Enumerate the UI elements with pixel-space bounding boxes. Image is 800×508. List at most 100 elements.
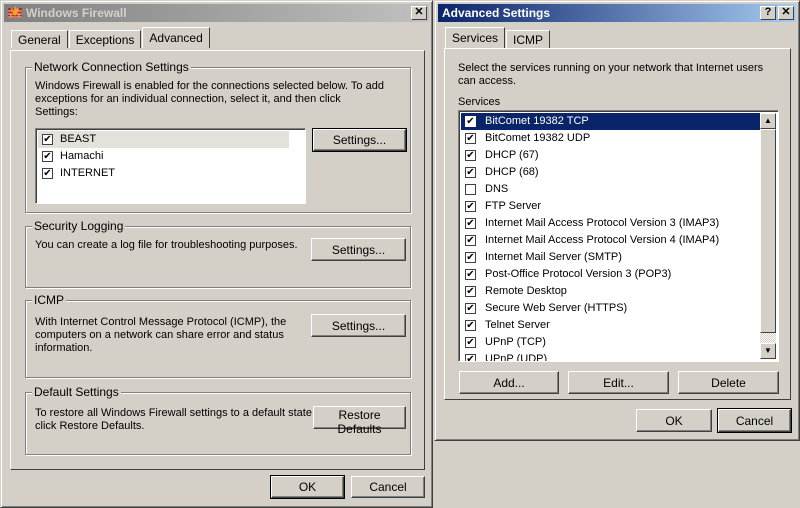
scroll-down-button[interactable]: ▼: [760, 343, 776, 359]
icmp-legend: ICMP: [32, 293, 66, 307]
icmp-description: With Internet Control Message Protocol (…: [35, 316, 287, 354]
firewall-cancel-button[interactable]: Cancel: [351, 476, 425, 498]
service-label: Secure Web Server (HTTPS): [485, 302, 628, 314]
service-item[interactable]: ✔ FTP Server: [461, 198, 760, 215]
service-item[interactable]: ✔ BitComet 19382 TCP: [461, 113, 760, 130]
service-label: BitComet 19382 TCP: [485, 115, 589, 127]
service-item[interactable]: ✔ UPnP (UDP): [461, 351, 760, 362]
add-button[interactable]: Add...: [459, 371, 559, 394]
service-item[interactable]: ✔ BitComet 19382 UDP: [461, 130, 760, 147]
service-item[interactable]: ✔ DHCP (68): [461, 164, 760, 181]
firewall-ok-button[interactable]: OK: [270, 475, 345, 499]
service-label: Telnet Server: [485, 319, 550, 331]
connection-checkbox-beast[interactable]: ✔: [42, 134, 53, 145]
close-icon: ✕: [781, 6, 791, 18]
network-connection-legend: Network Connection Settings: [32, 60, 191, 74]
edit-button[interactable]: Edit...: [568, 371, 669, 394]
service-label: Remote Desktop: [485, 285, 567, 297]
connection-checkbox-internet[interactable]: ✔: [42, 168, 53, 179]
service-checkbox[interactable]: ✔: [465, 286, 476, 297]
service-label: DNS: [485, 183, 509, 195]
advanced-title: Advanced Settings: [442, 6, 551, 20]
services-list[interactable]: ✔ BitComet 19382 TCP ✔ BitComet 19382 UDP ✔ D…: [458, 110, 779, 362]
windows-firewall-window: Windows Firewall ✕ General Exceptions Ad…: [0, 0, 433, 508]
network-settings-button[interactable]: Settings...: [312, 128, 407, 152]
service-label: Internet Mail Access Protocol Version 4 …: [485, 234, 720, 246]
service-item[interactable]: ✔ Telnet Server: [461, 317, 760, 334]
service-checkbox[interactable]: ✔: [465, 252, 476, 263]
logging-settings-button[interactable]: Settings...: [311, 238, 406, 261]
service-checkbox[interactable]: ✔: [465, 235, 476, 246]
service-checkbox[interactable]: ✔: [465, 201, 476, 212]
service-checkbox[interactable]: [465, 184, 476, 195]
network-connection-description: Windows Firewall is enabled for the conn…: [35, 80, 384, 118]
connection-label-beast: BEAST: [60, 133, 97, 145]
advanced-settings-window: Advanced Settings ? ✕ Services ICMP Sele…: [434, 0, 800, 441]
service-checkbox[interactable]: ✔: [465, 320, 476, 331]
service-checkbox[interactable]: ✔: [465, 337, 476, 348]
advanced-close-button[interactable]: ✕: [778, 6, 794, 20]
service-item[interactable]: ✔ Internet Mail Access Protocol Version 3…: [461, 215, 760, 232]
connection-item-hamachi[interactable]: ✔ Hamachi: [38, 148, 305, 165]
firewall-titlebar[interactable]: Windows Firewall ✕: [4, 4, 429, 22]
tab-general[interactable]: General: [11, 30, 68, 48]
service-label: UPnP (TCP): [485, 336, 546, 348]
service-item[interactable]: ✔ UPnP (TCP): [461, 334, 760, 351]
service-item[interactable]: ✔ Remote Desktop: [461, 283, 760, 300]
icmp-group: ICMP With Internet Control Message Proto…: [25, 293, 411, 378]
service-item[interactable]: ✔ Post-Office Protocol Version 3 (POP3): [461, 266, 760, 283]
service-checkbox[interactable]: ✔: [465, 150, 476, 161]
services-scrollbar[interactable]: ▲ ▼: [760, 113, 776, 359]
firewall-close-button[interactable]: ✕: [411, 6, 427, 20]
tab-advanced[interactable]: Advanced: [142, 27, 210, 48]
tab-icmp-label: ICMP: [513, 33, 544, 47]
help-icon: ?: [764, 6, 772, 18]
connection-item-internet[interactable]: ✔ INTERNET: [38, 165, 305, 182]
service-label: UPnP (UDP): [485, 353, 548, 362]
service-checkbox[interactable]: ✔: [465, 116, 476, 127]
service-checkbox[interactable]: ✔: [465, 167, 476, 178]
connection-checkbox-hamachi[interactable]: ✔: [42, 151, 53, 162]
tab-services[interactable]: Services: [445, 27, 506, 48]
service-checkbox[interactable]: ✔: [465, 218, 476, 229]
advanced-titlebar[interactable]: Advanced Settings ? ✕: [438, 4, 796, 22]
scroll-up-button[interactable]: ▲: [760, 113, 776, 129]
firewall-tab-panel: Network Connection Settings Windows Fire…: [10, 50, 425, 470]
service-checkbox[interactable]: ✔: [465, 269, 476, 280]
help-button[interactable]: ?: [760, 6, 776, 20]
security-logging-description: You can create a log file for troublesho…: [35, 239, 298, 251]
security-logging-legend: Security Logging: [32, 219, 126, 233]
service-item[interactable]: DNS: [461, 181, 760, 198]
connection-label-hamachi: Hamachi: [60, 150, 104, 162]
tab-exceptions[interactable]: Exceptions: [68, 30, 142, 48]
delete-button[interactable]: Delete: [678, 371, 779, 394]
default-settings-legend: Default Settings: [32, 385, 121, 399]
advanced-tabs: Services ICMP: [445, 27, 551, 48]
advanced-ok-button[interactable]: OK: [636, 409, 712, 432]
service-item[interactable]: ✔ Internet Mail Server (SMTP): [461, 249, 760, 266]
connection-item-beast[interactable]: ✔ BEAST: [38, 131, 289, 148]
scroll-thumb[interactable]: [760, 129, 776, 333]
service-label: DHCP (68): [485, 166, 539, 178]
service-label: DHCP (67): [485, 149, 539, 161]
service-label: Post-Office Protocol Version 3 (POP3): [485, 268, 672, 280]
restore-defaults-button[interactable]: Restore Defaults: [313, 406, 406, 436]
service-item[interactable]: ✔ Secure Web Server (HTTPS): [461, 300, 760, 317]
service-checkbox[interactable]: ✔: [465, 133, 476, 144]
service-label: FTP Server: [485, 200, 542, 212]
security-logging-group: Security Logging You can create a log fi…: [25, 219, 411, 288]
service-item[interactable]: ✔ Internet Mail Access Protocol Version 4…: [461, 232, 760, 249]
service-checkbox[interactable]: ✔: [465, 354, 476, 361]
advanced-cancel-button[interactable]: Cancel: [717, 408, 792, 433]
icmp-settings-button[interactable]: Settings...: [311, 314, 406, 337]
firewall-tabs: General Exceptions Advanced: [11, 27, 211, 48]
service-item[interactable]: ✔ DHCP (67): [461, 147, 760, 164]
services-rows: ✔ BitComet 19382 TCP ✔ BitComet 19382 UDP ✔ D…: [461, 113, 760, 362]
network-connection-group: Network Connection Settings Windows Fire…: [25, 60, 411, 213]
tab-icmp[interactable]: ICMP: [506, 30, 551, 48]
connections-list[interactable]: ✔ BEAST ✔ Hamachi ✔ INTERNET: [35, 128, 306, 204]
tab-exceptions-label: Exceptions: [75, 33, 135, 47]
down-arrow-icon: ▼: [764, 346, 772, 355]
service-checkbox[interactable]: ✔: [465, 303, 476, 314]
service-label: BitComet 19382 UDP: [485, 132, 591, 144]
